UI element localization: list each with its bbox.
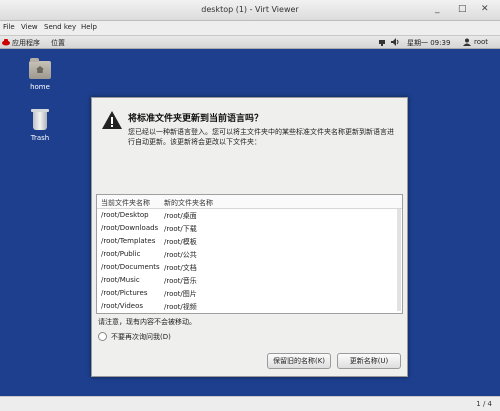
new-folder-cell: /root/文档 [164, 264, 197, 272]
table-row[interactable]: /root/Music /root/音乐 [97, 274, 402, 287]
clock[interactable]: 星期一 09:39 [407, 38, 450, 48]
dialog-description: 您已经以一种新语言登入。您可以将主文件夹中的某些标准文件夹名称更新到新语言进行自… [128, 128, 394, 146]
minimize-button[interactable]: _ [435, 4, 440, 14]
home-folder-icon [29, 58, 51, 79]
menu-help[interactable]: Help [81, 23, 97, 31]
virt-viewer-window: desktop (1) - Virt Viewer _ □ ✕ File Vie… [0, 0, 500, 411]
new-folder-cell: /root/音乐 [164, 277, 197, 285]
table-row[interactable]: /root/Desktop /root/桌面 [97, 209, 402, 222]
current-folder-cell: /root/Desktop [101, 211, 149, 219]
dialog-title: 将标准文件夹更新到当前语言吗？ [128, 114, 264, 124]
update-folders-dialog: 将标准文件夹更新到当前语言吗？ 您已经以一种新语言登入。您可以将主文件夹中的某些… [91, 97, 408, 377]
update-names-button[interactable]: 更新名称(U) [337, 353, 401, 369]
current-folder-cell: /root/Public [101, 250, 141, 258]
close-button[interactable]: ✕ [481, 4, 489, 14]
current-folder-cell: /root/Templates [101, 237, 156, 245]
warning-icon [102, 111, 122, 129]
user-icon [463, 38, 471, 46]
volume-icon[interactable] [391, 38, 399, 46]
trash-icon [31, 109, 49, 130]
applications-menu[interactable]: 应用程序 [12, 38, 40, 48]
header-new-name[interactable]: 新的文件夹名称 [164, 198, 213, 208]
folder-table[interactable]: 当前文件夹名称 新的文件夹名称 /root/Desktop /root/桌面 /… [96, 194, 403, 314]
table-row[interactable]: /root/Documents /root/文档 [97, 261, 402, 274]
places-menu[interactable]: 位置 [51, 38, 65, 48]
new-folder-cell: /root/模板 [164, 238, 197, 246]
title-bar: desktop (1) - Virt Viewer _ □ ✕ [0, 0, 500, 21]
dialog-note: 请注意，现有内容不会被移动。 [98, 318, 196, 326]
header-current-name[interactable]: 当前文件夹名称 [101, 198, 150, 208]
desktop-icon-label: Trash [30, 134, 50, 142]
current-folder-cell: /root/Videos [101, 302, 144, 310]
workspace-indicator[interactable]: 1 / 4 [476, 400, 492, 408]
table-scrollbar[interactable] [397, 209, 401, 311]
menu-bar: File View Send key Help [0, 21, 500, 36]
status-bar: 1 / 4 [0, 396, 500, 411]
new-folder-cell: /root/下载 [164, 225, 197, 233]
new-folder-cell: /root/视频 [164, 303, 197, 311]
dont-ask-label[interactable]: 不要再次询问我(D) [111, 332, 171, 342]
keep-old-names-button[interactable]: 保留旧的名称(K) [267, 353, 331, 369]
table-row[interactable]: /root/Videos /root/视频 [97, 300, 402, 313]
maximize-button[interactable]: □ [458, 4, 467, 14]
dont-ask-checkbox[interactable] [98, 332, 107, 341]
top-panel: 应用程序 位置 星期一 09:39 root [0, 36, 500, 49]
window-title: desktop (1) - Virt Viewer [201, 5, 299, 14]
table-row[interactable]: /root/Downloads /root/下载 [97, 222, 402, 235]
current-folder-cell: /root/Downloads [101, 224, 159, 232]
new-folder-cell: /root/图片 [164, 290, 197, 298]
table-row[interactable]: /root/Pictures /root/图片 [97, 287, 402, 300]
desktop-icon-label: home [30, 83, 50, 91]
current-folder-cell: /root/Pictures [101, 289, 148, 297]
table-header: 当前文件夹名称 新的文件夹名称 [97, 195, 402, 209]
table-row[interactable]: /root/Templates /root/模板 [97, 235, 402, 248]
current-folder-cell: /root/Music [101, 276, 140, 284]
guest-desktop: 应用程序 位置 星期一 09:39 root home Trash 将标准文件夹… [0, 36, 500, 410]
new-folder-cell: /root/公共 [164, 251, 197, 259]
redhat-logo-icon [2, 39, 10, 46]
desktop-icon-trash[interactable]: Trash [25, 109, 55, 142]
current-folder-cell: /root/Documents [101, 263, 160, 271]
user-menu[interactable]: root [474, 38, 488, 46]
table-row[interactable]: /root/Public /root/公共 [97, 248, 402, 261]
network-icon[interactable] [378, 38, 386, 46]
menu-file[interactable]: File [3, 23, 15, 31]
menu-view[interactable]: View [21, 23, 38, 31]
new-folder-cell: /root/桌面 [164, 212, 197, 220]
desktop-icon-home[interactable]: home [25, 58, 55, 91]
menu-send-key[interactable]: Send key [44, 23, 76, 31]
